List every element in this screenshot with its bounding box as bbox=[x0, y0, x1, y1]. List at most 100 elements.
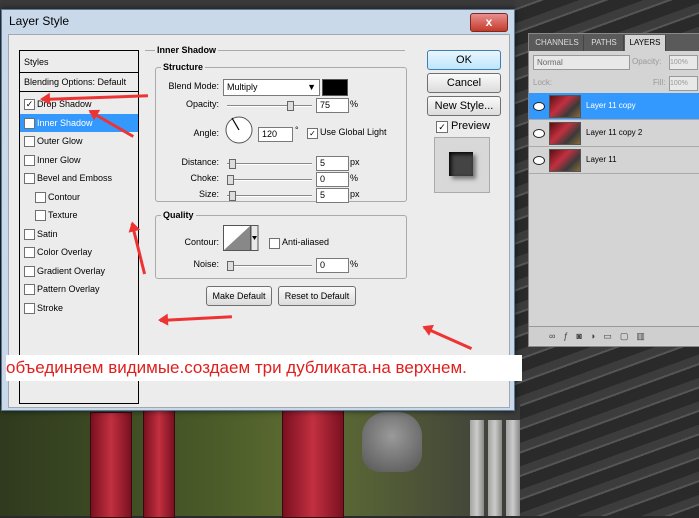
preview-checkbox[interactable]: ✓ bbox=[436, 121, 448, 133]
style-checkbox[interactable]: ✓ bbox=[24, 99, 35, 110]
styles-header[interactable]: Styles bbox=[20, 53, 142, 71]
style-item[interactable]: Pattern Overlay bbox=[20, 280, 138, 298]
blend-mode-value: Multiply bbox=[227, 82, 258, 92]
style-checkbox[interactable] bbox=[24, 284, 35, 295]
chevron-down-icon: ▼ bbox=[307, 82, 316, 92]
distance-input[interactable]: 5 bbox=[316, 156, 349, 171]
style-item[interactable]: Contour bbox=[20, 188, 138, 206]
cat-figure bbox=[362, 412, 422, 472]
angle-dial-icon[interactable] bbox=[224, 115, 254, 145]
opacity-slider-thumb[interactable] bbox=[287, 101, 294, 111]
style-item[interactable]: Texture bbox=[20, 206, 138, 224]
style-checkbox[interactable] bbox=[24, 136, 35, 147]
anti-aliased-checkbox[interactable] bbox=[269, 238, 280, 249]
tab-channels[interactable]: CHANNELS bbox=[531, 35, 584, 51]
style-item[interactable]: Outer Glow bbox=[20, 132, 138, 150]
blend-mode-select[interactable]: Normal bbox=[533, 55, 630, 70]
eye-icon[interactable] bbox=[533, 129, 545, 138]
layer-row[interactable]: Layer 11 copy bbox=[529, 93, 699, 120]
make-default-button[interactable]: Make Default bbox=[206, 286, 272, 306]
blending-options-item[interactable]: Blending Options: Default bbox=[20, 73, 142, 91]
angle-input[interactable]: 120 bbox=[258, 127, 293, 142]
mask-icon[interactable]: ◙ bbox=[576, 331, 589, 341]
style-item-label: Satin bbox=[37, 228, 58, 239]
layer-thumbnail bbox=[549, 122, 581, 145]
style-item[interactable]: Gradient Overlay bbox=[20, 262, 138, 280]
noise-slider[interactable] bbox=[227, 265, 312, 267]
style-checkbox[interactable] bbox=[35, 210, 46, 221]
size-slider-thumb[interactable] bbox=[229, 191, 236, 201]
style-item[interactable]: Color Overlay bbox=[20, 243, 138, 261]
red-pillar-center bbox=[143, 408, 175, 518]
noise-slider-thumb[interactable] bbox=[227, 261, 234, 271]
panel-tabs: CHANNELS PATHS LAYERS bbox=[529, 34, 699, 51]
divider bbox=[20, 91, 138, 92]
size-label: Size: bbox=[198, 189, 219, 199]
blend-mode-dropdown[interactable]: Multiply ▼ bbox=[223, 79, 320, 96]
ok-button[interactable]: OK bbox=[427, 50, 501, 70]
trash-icon[interactable]: ▥ bbox=[636, 331, 653, 341]
contour-label: Contour: bbox=[184, 237, 219, 247]
layer-row[interactable]: Layer 11 copy 2 bbox=[529, 120, 699, 147]
group-icon[interactable]: ▭ bbox=[603, 331, 620, 341]
anti-aliased-label: Anti-aliased bbox=[282, 237, 330, 247]
opacity-label: Opacity: bbox=[185, 99, 219, 109]
close-button[interactable]: x bbox=[470, 13, 508, 32]
style-checkbox[interactable] bbox=[24, 265, 35, 277]
style-checkbox[interactable] bbox=[24, 247, 35, 258]
style-checkbox[interactable] bbox=[24, 173, 35, 184]
style-checkbox[interactable]: ✓ bbox=[24, 117, 35, 129]
layer-name: Layer 11 copy 2 bbox=[586, 128, 643, 137]
eye-icon[interactable] bbox=[533, 156, 545, 165]
style-item[interactable]: Satin bbox=[20, 225, 138, 243]
opacity-input[interactable]: 100% bbox=[669, 55, 698, 70]
red-pillar-left bbox=[90, 412, 132, 518]
layer-thumbnail bbox=[549, 149, 581, 172]
fill-input[interactable]: 100% bbox=[669, 76, 698, 91]
use-global-light-checkbox[interactable]: ✓ bbox=[307, 128, 318, 139]
style-item-label: Bevel and Emboss bbox=[37, 173, 113, 183]
glass-pane bbox=[470, 420, 484, 516]
style-checkbox[interactable] bbox=[24, 228, 35, 240]
lock-label: Lock: bbox=[533, 78, 553, 87]
style-item-label: Pattern Overlay bbox=[37, 284, 100, 294]
cancel-button[interactable]: Cancel bbox=[427, 73, 501, 93]
distance-slider-thumb[interactable] bbox=[229, 159, 236, 169]
glass-pane bbox=[488, 420, 502, 516]
new-layer-icon[interactable]: ▢ bbox=[620, 331, 637, 341]
adjustment-icon[interactable]: ◑ bbox=[590, 331, 603, 341]
preview-swatch bbox=[449, 152, 473, 176]
choke-slider-thumb[interactable] bbox=[227, 175, 234, 185]
opacity-input[interactable]: 75 bbox=[316, 98, 349, 113]
style-checkbox[interactable] bbox=[24, 302, 35, 314]
reset-to-default-button[interactable]: Reset to Default bbox=[278, 286, 356, 306]
style-item[interactable]: Inner Glow bbox=[20, 151, 138, 169]
opacity-label: Opacity: bbox=[632, 57, 662, 66]
link-icon[interactable]: ∞ bbox=[549, 331, 563, 341]
noise-input[interactable]: 0 bbox=[316, 258, 349, 273]
style-checkbox[interactable] bbox=[24, 154, 35, 166]
layers-panel: CHANNELS PATHS LAYERS Normal Opacity: 10… bbox=[528, 33, 699, 347]
eye-icon[interactable] bbox=[533, 102, 545, 111]
new-style-button[interactable]: New Style... bbox=[427, 96, 501, 116]
noise-unit: % bbox=[350, 259, 359, 269]
contour-preview-icon[interactable] bbox=[223, 225, 259, 251]
style-item-label: Color Overlay bbox=[37, 247, 93, 257]
opacity-slider[interactable] bbox=[227, 105, 312, 107]
style-preview bbox=[434, 137, 490, 193]
size-slider[interactable] bbox=[227, 195, 312, 197]
shadow-color-swatch[interactable] bbox=[322, 79, 348, 96]
style-item[interactable]: Stroke bbox=[20, 299, 138, 317]
tab-paths[interactable]: PATHS bbox=[585, 35, 624, 51]
style-item[interactable]: Bevel and Emboss bbox=[20, 169, 138, 187]
glass-pane bbox=[506, 420, 520, 516]
tab-layers[interactable]: LAYERS bbox=[625, 35, 666, 51]
caption-text: объединяем видимые.создаем три дубликата… bbox=[6, 355, 522, 381]
fx-icon[interactable]: ƒ bbox=[563, 331, 576, 341]
style-checkbox[interactable] bbox=[35, 191, 46, 203]
choke-slider[interactable] bbox=[227, 179, 312, 181]
size-input[interactable]: 5 bbox=[316, 188, 349, 203]
choke-input[interactable]: 0 bbox=[316, 172, 349, 187]
distance-slider[interactable] bbox=[227, 163, 312, 165]
layer-row[interactable]: Layer 11 bbox=[529, 147, 699, 174]
